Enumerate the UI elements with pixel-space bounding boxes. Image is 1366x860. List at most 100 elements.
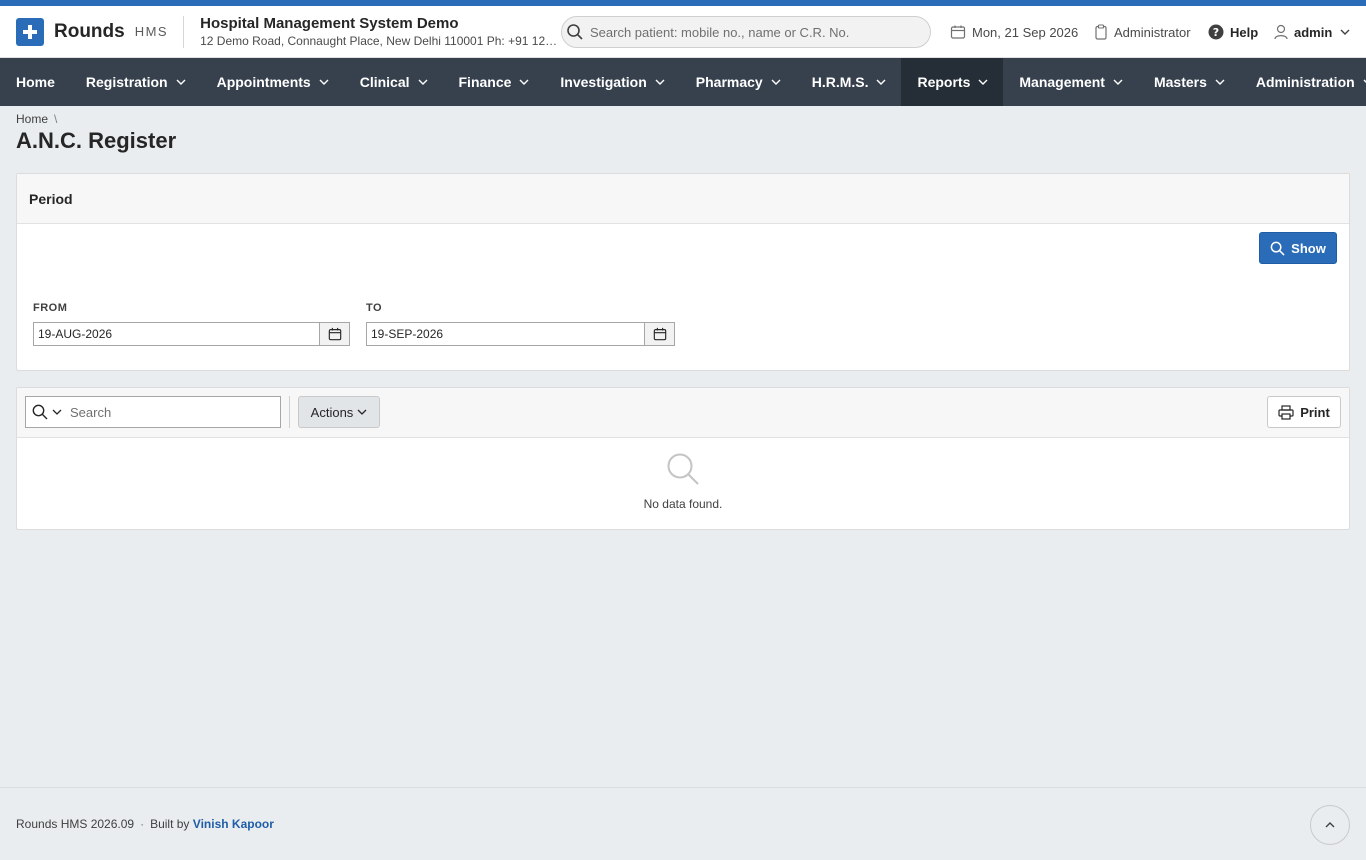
nav-item-label: Home [16,74,55,90]
breadcrumb-separator: \ [54,112,58,126]
user-icon [1274,24,1288,40]
page-title: A.N.C. Register [16,128,177,153]
report-toolbar: Actions Print [17,388,1349,438]
nav-item-finance[interactable]: Finance [443,58,545,106]
footer-separator: · [140,817,145,831]
chevron-down-icon [176,79,186,85]
printer-icon [1278,404,1294,420]
chevron-down-icon [978,79,988,85]
nav-item-home[interactable]: Home [0,58,70,106]
chevron-down-icon [1113,79,1123,85]
chevron-down-icon [655,79,665,85]
date-text: Mon, 21 Sep 2026 [972,24,1079,40]
from-label: FROM [33,302,68,314]
main-navigation: Home Registration Appointments Clinical Fina… [0,58,1366,106]
search-icon [566,23,584,41]
nav-item-label: Pharmacy [695,74,763,90]
help-text: Help [1230,24,1259,40]
nav-item-clinical[interactable]: Clinical [344,58,443,106]
empty-state: No data found. [17,452,1349,511]
footer-product: Rounds HMS 2026.09 [16,817,135,831]
search-column-selector[interactable] [32,404,62,420]
magnifier-icon [667,453,699,485]
scroll-to-top-button[interactable] [1310,805,1350,845]
nav-item-administration[interactable]: Administration [1240,58,1366,106]
patient-search[interactable] [561,16,931,48]
user-menu[interactable]: admin [1274,6,1350,58]
chevron-down-icon [1215,79,1225,85]
calendar-icon[interactable] [319,323,349,345]
chevron-down-icon [319,79,329,85]
brand-sub: HMS [134,24,169,39]
chevron-down-icon [418,79,428,85]
chevron-up-icon [1325,822,1335,828]
nav-item-label: Appointments [216,74,311,90]
nav-item-management[interactable]: Management [1003,58,1138,106]
actions-label: Actions [310,404,354,420]
app-logo[interactable]: Rounds HMS [16,17,169,46]
nav-item-label: Management [1019,74,1105,90]
chevron-down-icon [52,409,62,415]
current-date: Mon, 21 Sep 2026 [950,6,1078,58]
report-panel: Actions Print No data found. [16,387,1350,530]
from-date-input[interactable] [34,323,319,345]
chevron-down-icon [1340,29,1350,35]
nav-item-label: Clinical [359,74,410,90]
nav-item-label: Investigation [560,74,647,90]
to-date-field [366,322,675,346]
page-footer: Rounds HMS 2026.09 · Built by Vinish Kap… [0,787,1366,860]
nav-item-appointments[interactable]: Appointments [201,58,344,106]
search-icon [32,404,48,420]
brand-name: Rounds [54,20,125,42]
to-date-input[interactable] [367,323,644,345]
nav-item-registration[interactable]: Registration [70,58,201,106]
footer-author-link[interactable]: Vinish Kapoor [193,817,274,831]
report-search [25,396,281,428]
nav-item-label: Administration [1255,74,1355,90]
nav-item-label: Finance [458,74,512,90]
nav-item-masters[interactable]: Masters [1138,58,1240,106]
show-button[interactable]: Show [1259,232,1337,264]
calendar-icon [950,25,966,39]
footer-built-by: Built by [150,817,190,831]
help-link[interactable]: ? Help [1208,6,1258,58]
header-divider [183,15,185,48]
calendar-icon[interactable] [644,323,674,345]
user-name: admin [1294,24,1333,40]
to-label: TO [366,302,383,314]
nav-item-hrms[interactable]: H.R.M.S. [796,58,902,106]
nav-item-label: Registration [85,74,168,90]
actions-button[interactable]: Actions [298,396,380,428]
nav-item-investigation[interactable]: Investigation [544,58,679,106]
period-panel: Period Show FROM TO [16,173,1350,371]
nav-item-reports[interactable]: Reports [901,58,1004,106]
nav-item-label: Reports [917,74,971,90]
nav-item-label: H.R.M.S. [811,74,869,90]
nav-item-pharmacy[interactable]: Pharmacy [680,58,796,106]
period-heading: Period [17,174,1349,224]
organization-name: Hospital Management System Demo [200,15,459,32]
chevron-down-icon [357,409,367,415]
role-selector[interactable]: Administrator [1094,6,1191,58]
patient-search-input[interactable] [590,24,920,40]
breadcrumb: Home \ [16,112,57,126]
organization-info: Hospital Management System Demo 12 Demo … [200,15,560,48]
report-search-input[interactable] [70,404,270,420]
search-icon [1270,241,1285,256]
chevron-down-icon [876,79,886,85]
show-label: Show [1291,240,1326,256]
plus-icon [16,17,44,46]
empty-message: No data found. [643,497,723,511]
breadcrumb-home[interactable]: Home [16,112,48,126]
svg-text:?: ? [1213,26,1219,39]
chevron-down-icon [519,79,529,85]
nav-item-label: Masters [1153,74,1207,90]
clipboard-icon [1095,24,1107,40]
organization-address: 12 Demo Road, Connaught Place, New Delhi… [200,34,561,48]
app-header: Rounds HMS Hospital Management System De… [0,6,1366,58]
chevron-down-icon [771,79,781,85]
print-label: Print [1300,404,1330,420]
print-button[interactable]: Print [1267,396,1341,428]
from-date-field [33,322,350,346]
help-icon: ? [1208,24,1224,40]
